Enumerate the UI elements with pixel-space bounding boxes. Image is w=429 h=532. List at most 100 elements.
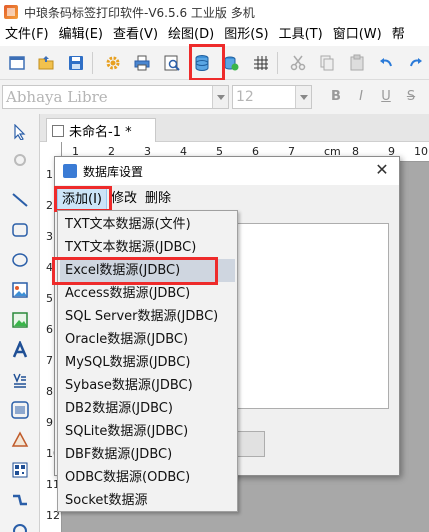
datasource-option-socket[interactable]: Socket数据源 — [60, 489, 235, 512]
menu-window[interactable]: 窗口(W) — [328, 24, 387, 46]
menu-shape[interactable]: 图形(S) — [219, 24, 273, 46]
save-button[interactable] — [63, 50, 89, 76]
new-file-icon — [9, 55, 25, 70]
scissors-icon — [290, 55, 305, 70]
ellipse-icon — [12, 253, 28, 267]
barcode-icon — [11, 401, 29, 419]
modify-menu[interactable]: 修改 — [107, 188, 141, 210]
text-a-icon — [12, 341, 28, 358]
menu-bar: 文件(F) 编辑(E) 查看(V) 绘图(D) 图形(S) 工具(T) 窗口(W… — [0, 24, 429, 46]
datasource-option-dbf-jdbc[interactable]: DBF数据源(JDBC) — [60, 443, 235, 466]
shape-tool-button[interactable] — [8, 428, 32, 452]
line-tool-button[interactable] — [8, 188, 32, 212]
close-icon[interactable]: ✕ — [373, 161, 391, 179]
chevron-down-icon[interactable] — [212, 86, 228, 108]
font-family-value: Abhaya Libre — [6, 88, 108, 106]
print-preview-icon — [164, 55, 180, 71]
print-preview-button[interactable] — [159, 50, 185, 76]
menu-help[interactable]: 帮 — [387, 24, 410, 46]
window-title: 中琅条码标签打印软件-V6.5.6 工业版 多机 — [24, 5, 255, 20]
open-file-button[interactable] — [34, 50, 60, 76]
curve-line-icon — [13, 494, 27, 506]
grid-button[interactable] — [248, 50, 274, 76]
menu-edit[interactable]: 编辑(E) — [54, 24, 108, 46]
ruler-label: 3 — [46, 230, 53, 243]
arc-tool-button[interactable] — [8, 516, 32, 532]
rounded-rectangle-icon — [12, 223, 28, 237]
menu-draw[interactable]: 绘图(D) — [163, 24, 219, 46]
ruler-label: 2 — [46, 199, 53, 212]
redo-button[interactable] — [403, 50, 429, 76]
qrcode-tool-button[interactable] — [8, 458, 32, 482]
excel-option-highlight — [52, 257, 218, 285]
grid-icon — [253, 55, 268, 70]
printer-icon — [134, 55, 150, 70]
title-bar: 中琅条码标签打印软件-V6.5.6 工业版 多机 — [0, 0, 429, 24]
ruler-label: 9 — [46, 416, 53, 429]
datasource-option-odbc[interactable]: ODBC数据源(ODBC) — [60, 466, 235, 489]
datasource-option-oracle-jdbc[interactable]: Oracle数据源(JDBC) — [60, 328, 235, 351]
font-toolbar: Abhaya Libre 12 B I U S — [0, 80, 429, 114]
menu-tools[interactable]: 工具(T) — [274, 24, 328, 46]
triangle-shape-icon — [11, 431, 29, 447]
settings-button[interactable] — [100, 50, 126, 76]
database-button-highlight — [189, 44, 225, 81]
rotate-tool-button[interactable] — [8, 148, 32, 172]
select-tool-button[interactable] — [8, 120, 32, 144]
paste-icon — [350, 54, 364, 70]
undo-arrow-icon — [380, 57, 393, 66]
picture-tool-button[interactable] — [8, 308, 32, 332]
undo-button[interactable] — [374, 50, 400, 76]
landscape-picture-icon — [12, 312, 28, 328]
datasource-option-sqlserver-jdbc[interactable]: SQL Server数据源(JDBC) — [60, 305, 235, 328]
bold-button[interactable]: B — [327, 87, 345, 107]
image-tool-button[interactable] — [8, 278, 32, 302]
chevron-down-icon[interactable] — [295, 86, 311, 108]
print-button[interactable] — [130, 50, 156, 76]
gear-icon — [106, 56, 120, 69]
ruler-label: 1 — [46, 168, 53, 181]
underline-button[interactable]: U — [377, 87, 395, 107]
cut-button[interactable] — [285, 50, 311, 76]
datasource-option-txt-jdbc[interactable]: TXT文本数据源(JDBC) — [60, 236, 235, 259]
font-size-select[interactable]: 12 — [232, 85, 312, 109]
document-tab[interactable]: 未命名-1 * — [46, 118, 156, 142]
text-tool-button[interactable] — [8, 338, 32, 362]
ruler-label: 5 — [46, 292, 53, 305]
datasource-option-access-jdbc[interactable]: Access数据源(JDBC) — [60, 282, 235, 305]
add-menu-highlight — [54, 186, 112, 212]
app-logo-icon — [4, 5, 18, 19]
ruler-label: 8 — [46, 385, 53, 398]
curve-tool-button[interactable] — [8, 488, 32, 512]
datasource-option-sybase-jdbc[interactable]: Sybase数据源(JDBC) — [60, 374, 235, 397]
paste-button[interactable] — [344, 50, 370, 76]
dialog-title-bar: 数据库设置 ✕ — [55, 157, 399, 185]
arc-icon — [13, 524, 27, 532]
open-folder-icon — [38, 55, 54, 69]
datasource-option-db2-jdbc[interactable]: DB2数据源(JDBC) — [60, 397, 235, 420]
datasource-list[interactable] — [227, 223, 389, 409]
tool-palette — [0, 114, 40, 532]
datasource-option-txt-file[interactable]: TXT文本数据源(文件) — [60, 213, 235, 236]
barcode-tool-button[interactable] — [8, 398, 32, 422]
menu-view[interactable]: 查看(V) — [108, 24, 163, 46]
datasource-option-sqlite-jdbc[interactable]: SQLite数据源(JDBC) — [60, 420, 235, 443]
paragraph-text-icon — [13, 373, 26, 388]
datasource-option-mysql-jdbc[interactable]: MySQL数据源(JDBC) — [60, 351, 235, 374]
toolbar-separator — [91, 51, 93, 74]
ellipse-tool-button[interactable] — [8, 248, 32, 272]
paragraph-tool-button[interactable] — [8, 368, 32, 392]
new-file-button[interactable] — [4, 50, 30, 76]
italic-button[interactable]: I — [352, 87, 370, 107]
picture-icon — [12, 282, 28, 298]
font-family-select[interactable]: Abhaya Libre — [2, 85, 229, 109]
copy-button[interactable] — [314, 50, 340, 76]
menu-file[interactable]: 文件(F) — [0, 24, 54, 46]
strikethrough-button[interactable]: S — [402, 87, 420, 107]
redo-arrow-icon — [410, 57, 423, 66]
rectangle-tool-button[interactable] — [8, 218, 32, 242]
document-tab-title: 未命名-1 * — [69, 125, 132, 140]
ruler-label: 6 — [46, 323, 53, 336]
delete-menu[interactable]: 删除 — [141, 188, 175, 210]
ruler-label: 10 — [414, 145, 428, 158]
